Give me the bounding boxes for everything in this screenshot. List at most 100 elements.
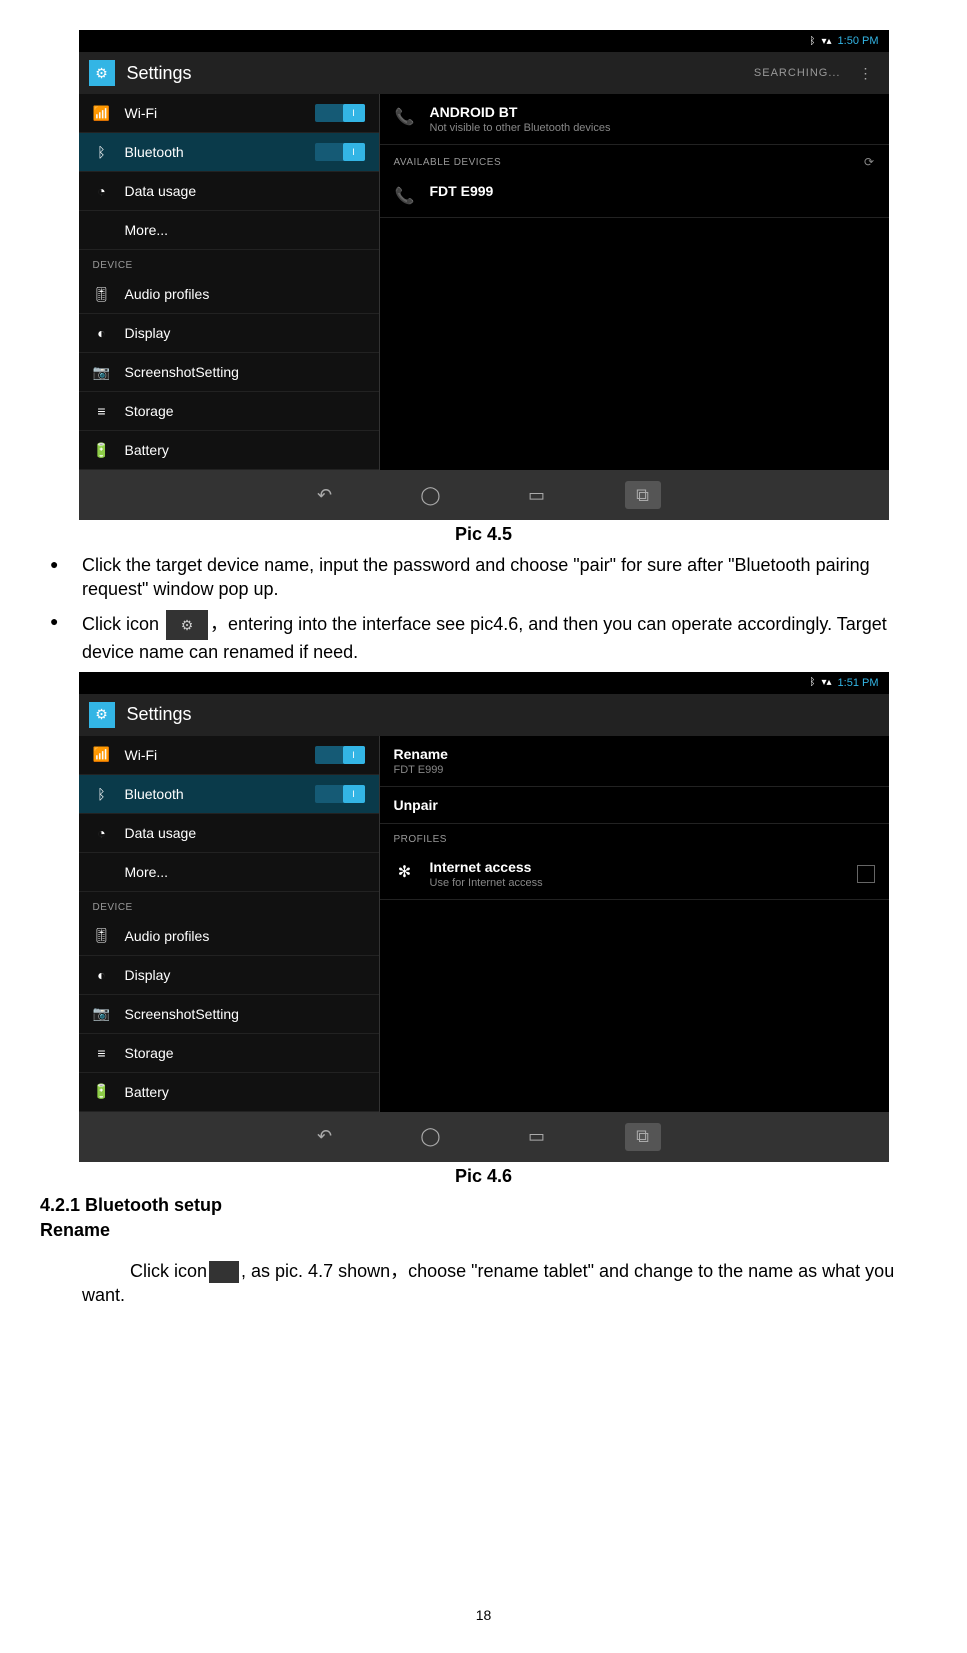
wifi-icon: 📶 (93, 746, 111, 764)
blank-icon (93, 863, 111, 881)
phone-icon: 📞 (394, 106, 416, 128)
sidebar-item-label: Battery (125, 1084, 365, 1100)
bluetooth-toggle[interactable]: I (315, 143, 365, 161)
screenshot-button[interactable]: ⧉ (625, 1123, 661, 1151)
sidebar-item-wifi[interactable]: 📶 Wi-Fi I (79, 94, 379, 133)
back-button[interactable]: ↶ (307, 481, 343, 509)
rename-subtitle: Rename (40, 1220, 927, 1241)
available-devices-header: AVAILABLE DEVICES ⟳ (380, 145, 889, 173)
own-device-row[interactable]: 📞 ANDROID BT Not visible to other Blueto… (380, 94, 889, 145)
back-button[interactable]: ↶ (307, 1123, 343, 1151)
blank-icon (93, 221, 111, 239)
sidebar-item-battery[interactable]: 🔋 Battery (79, 431, 379, 470)
storage-icon: ≡ (93, 1044, 111, 1062)
overflow-menu-icon: ⋮ (209, 1261, 239, 1283)
own-device-name: ANDROID BT (430, 104, 875, 120)
unpair-label: Unpair (394, 797, 875, 813)
sidebar-item-battery[interactable]: 🔋 Battery (79, 1073, 379, 1112)
unpair-row[interactable]: Unpair (380, 787, 889, 824)
sidebar-item-data-usage[interactable]: ◔ Data usage (79, 172, 379, 211)
device-name: FDT E999 (430, 183, 875, 199)
bluetooth-icon: ᛒ (93, 143, 111, 161)
header-title: Settings (127, 63, 192, 84)
clock: 1:51 PM (838, 677, 879, 689)
clock: 1:50 PM (838, 35, 879, 47)
sidebar-section-device: DEVICE (79, 250, 379, 275)
screenshot-button[interactable]: ⧉ (625, 481, 661, 509)
home-button[interactable]: ◯ (413, 481, 449, 509)
sidebar-section-device: DEVICE (79, 892, 379, 917)
sidebar-item-display[interactable]: ◐ Display (79, 956, 379, 995)
nav-bar: ↶ ◯ ▭ ⧉ (79, 1112, 889, 1162)
wifi-icon: 📶 (93, 104, 111, 122)
sidebar-item-label: Display (125, 325, 365, 341)
screenshot-pic-4-5: ᛒ ▾▴ 1:50 PM ⚙ Settings SEARCHING... ⋮ 📶… (79, 30, 889, 520)
battery-icon: 🔋 (93, 441, 111, 459)
figure-caption-4-5: Pic 4.5 (40, 524, 927, 545)
recent-apps-button[interactable]: ▭ (519, 481, 555, 509)
sidebar-item-label: Wi-Fi (125, 105, 301, 121)
sidebar-item-audio[interactable]: 🎚 Audio profiles (79, 917, 379, 956)
wifi-toggle[interactable]: I (315, 104, 365, 122)
sidebar-item-label: Bluetooth (125, 144, 301, 160)
sidebar-item-label: Bluetooth (125, 786, 301, 802)
app-header: ⚙ Settings SEARCHING... ⋮ (79, 52, 889, 94)
overflow-menu-icon[interactable]: ⋮ (853, 65, 879, 82)
settings-icon: ⚙ (89, 60, 115, 86)
sidebar-item-wifi[interactable]: 📶 Wi-Fi I (79, 736, 379, 775)
signal-icon: ▾▴ (821, 36, 831, 47)
internet-access-sub: Use for Internet access (430, 877, 843, 889)
sidebar-item-label: ScreenshotSetting (125, 364, 365, 380)
sidebar-item-bluetooth[interactable]: ᛒ Bluetooth I (79, 133, 379, 172)
searching-label: SEARCHING... (754, 67, 841, 79)
section-4-2-1-title: 4.2.1 Bluetooth setup (40, 1195, 927, 1216)
sidebar-item-label: Data usage (125, 183, 365, 199)
refresh-icon[interactable]: ⟳ (864, 155, 875, 169)
audio-icon: 🎚 (93, 927, 111, 945)
sidebar-item-screenshot-setting[interactable]: 📷 ScreenshotSetting (79, 995, 379, 1034)
bluetooth-tether-icon: ✻ (394, 861, 416, 883)
sidebar-item-label: Storage (125, 1045, 365, 1061)
sidebar-item-label: Audio profiles (125, 928, 365, 944)
internet-access-checkbox[interactable] (857, 865, 875, 883)
sidebar-item-label: Battery (125, 442, 365, 458)
sidebar-item-label: Audio profiles (125, 286, 365, 302)
bluetooth-toggle[interactable]: I (315, 785, 365, 803)
sidebar-item-label: Wi-Fi (125, 747, 301, 763)
home-button[interactable]: ◯ (413, 1123, 449, 1151)
sidebar-item-label: Storage (125, 403, 365, 419)
page-number: 18 (40, 1607, 927, 1623)
internet-access-row[interactable]: ✻ Internet access Use for Internet acces… (380, 849, 889, 900)
display-icon: ◐ (93, 324, 111, 342)
sidebar-item-audio[interactable]: 🎚 Audio profiles (79, 275, 379, 314)
phone-icon: 📞 (394, 185, 416, 207)
para-text-a: Click icon (130, 1261, 207, 1281)
sidebar-item-display[interactable]: ◐ Display (79, 314, 379, 353)
rename-paragraph: Click icon⋮, as pic. 4.7 shown，choose "r… (82, 1259, 927, 1308)
sidebar-item-bluetooth[interactable]: ᛒ Bluetooth I (79, 775, 379, 814)
bluetooth-status-icon: ᛒ (809, 36, 815, 47)
available-device-row[interactable]: 📞 FDT E999 (380, 173, 889, 218)
sidebar-item-storage[interactable]: ≡ Storage (79, 1034, 379, 1073)
sidebar-item-screenshot-setting[interactable]: 📷 ScreenshotSetting (79, 353, 379, 392)
sidebar-item-more[interactable]: More... (79, 853, 379, 892)
device-options-panel: Rename FDT E999 Unpair PROFILES ✻ Intern… (380, 736, 889, 1112)
status-bar: ᛒ ▾▴ 1:51 PM (79, 672, 889, 694)
bluetooth-icon: ᛒ (93, 785, 111, 803)
app-header: ⚙ Settings (79, 694, 889, 736)
sidebar-item-storage[interactable]: ≡ Storage (79, 392, 379, 431)
sidebar-item-more[interactable]: More... (79, 211, 379, 250)
header-title: Settings (127, 704, 192, 725)
bullet-text-a: Click icon (82, 613, 164, 633)
instruction-bullet-1: Click the target device name, input the … (40, 553, 927, 602)
display-icon: ◐ (93, 966, 111, 984)
internet-access-label: Internet access (430, 859, 843, 875)
wifi-toggle[interactable]: I (315, 746, 365, 764)
sidebar-item-label: Data usage (125, 825, 365, 841)
recent-apps-button[interactable]: ▭ (519, 1123, 555, 1151)
rename-label: Rename (394, 746, 875, 762)
sidebar-item-data-usage[interactable]: ◔ Data usage (79, 814, 379, 853)
rename-row[interactable]: Rename FDT E999 (380, 736, 889, 787)
figure-caption-4-6: Pic 4.6 (40, 1166, 927, 1187)
camera-icon: 📷 (93, 363, 111, 381)
